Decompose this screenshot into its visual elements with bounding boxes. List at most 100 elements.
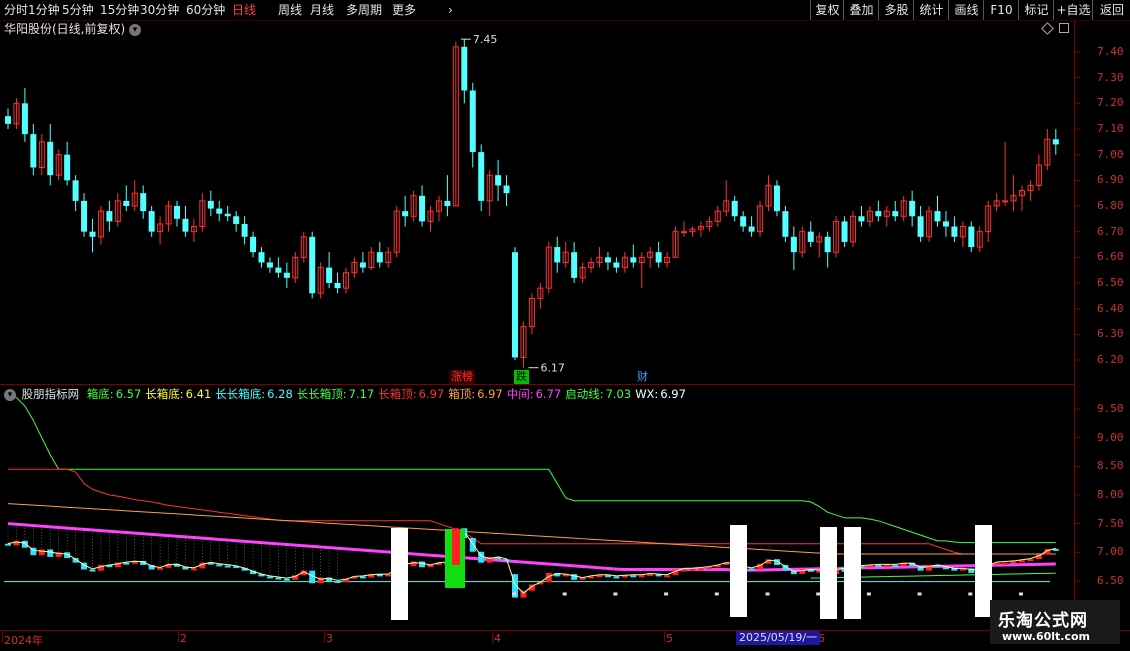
- high-marker: 7.45: [473, 33, 498, 46]
- dot-marker: [512, 592, 516, 596]
- indicator-label: 长箱顶:: [378, 387, 417, 401]
- candle-body: [89, 231, 96, 237]
- candle-body: [241, 223, 248, 237]
- indicator-label: 长长箱底:: [215, 387, 266, 401]
- indicator-value: 中间: 6.77: [507, 387, 561, 401]
- candle-body: [604, 257, 611, 263]
- price-label: 7.30: [1097, 70, 1124, 84]
- indicator-axis-label: 9.50: [1097, 402, 1124, 415]
- dot-marker: [866, 592, 871, 596]
- indicator-number: 6.28: [267, 387, 293, 401]
- indicator-value: 启动线: 7.03: [565, 387, 631, 401]
- dot-marker: [1019, 592, 1023, 596]
- candle-body: [275, 267, 282, 273]
- indicator-value: 长长箱顶: 7.17: [297, 387, 374, 401]
- indicator-candle: [47, 549, 54, 557]
- date-tick: [324, 631, 325, 643]
- price-label: 7.40: [1097, 45, 1124, 58]
- price-label: 6.50: [1097, 276, 1124, 289]
- indicator-candle: [38, 549, 45, 556]
- candle-body: [233, 216, 240, 224]
- dot-marker: [917, 592, 922, 596]
- candle-body: [503, 185, 510, 194]
- candle-body: [681, 231, 687, 234]
- price-label: 6.80: [1097, 199, 1124, 212]
- indicator-value: 长箱顶: 6.97: [378, 387, 444, 401]
- indicator-value: WX: 6.97: [635, 387, 686, 401]
- candle-body: [224, 213, 231, 217]
- candle-body: [258, 252, 265, 263]
- indicator-candle: [1027, 559, 1034, 562]
- indicator-candle: [190, 568, 197, 571]
- indicator-label: 启动线:: [565, 387, 604, 401]
- indicator-series-line: [7, 394, 1056, 544]
- date-label: 4: [494, 632, 501, 645]
- candle-body: [21, 103, 28, 135]
- candle-body: [934, 211, 941, 222]
- candle-body: [81, 200, 88, 232]
- indicator-axis-label: 7.50: [1097, 516, 1124, 530]
- dot-marker: [714, 592, 719, 596]
- watermark-title: 乐淘公式网: [998, 611, 1088, 631]
- dot-marker: [664, 592, 669, 596]
- dot-marker: [968, 592, 973, 596]
- indicator-number: 6.57: [115, 387, 142, 401]
- indicator-label: 长箱底:: [145, 387, 184, 401]
- candle-body: [47, 141, 54, 176]
- candle-body: [5, 116, 11, 124]
- candle-body: [207, 200, 214, 209]
- candle-body: [359, 262, 366, 268]
- candle-body: [909, 200, 916, 217]
- candle-body: [917, 216, 924, 237]
- indicator-candle: [638, 575, 645, 578]
- indicator-candle: [604, 575, 611, 578]
- indicator-candle: [596, 575, 603, 578]
- indicator-series-line: [8, 468, 1056, 555]
- indicator-candle: [266, 576, 273, 579]
- candle-body: [613, 262, 620, 268]
- indicator-candle: [748, 568, 755, 571]
- kline-chart[interactable]: 7.45 6.17: [0, 0, 1130, 650]
- candle-body: [402, 211, 409, 217]
- event-badge[interactable]: 跌: [514, 370, 529, 384]
- indicator-candle: [5, 543, 11, 546]
- indicator-axis-label: 8.00: [1097, 488, 1124, 501]
- chevron-down-icon[interactable]: ▾: [4, 388, 16, 401]
- price-label: 6.90: [1097, 173, 1124, 187]
- indicator-number: 6.41: [185, 387, 212, 401]
- event-badge[interactable]: 财: [635, 370, 650, 384]
- selected-date[interactable]: 2025/05/19/一: [736, 631, 821, 645]
- date-label: 2024年: [4, 634, 43, 647]
- indicator-candle: [681, 569, 687, 572]
- indicator-candle: [419, 561, 426, 568]
- candle-body: [951, 226, 958, 237]
- indicator-candle: [892, 564, 899, 567]
- date-tick: [2, 631, 3, 643]
- date-tick: [178, 631, 179, 643]
- candle-body: [106, 211, 113, 222]
- candle-body: [148, 211, 155, 232]
- indicator-candle: [1019, 560, 1025, 563]
- candle-body: [1002, 200, 1009, 203]
- indicator-candle: [697, 568, 704, 571]
- indicator-candle: [224, 565, 231, 568]
- indicator-number: 7.03: [605, 387, 632, 401]
- indicator-candle: [706, 567, 713, 570]
- candle-body: [1052, 139, 1059, 145]
- indicator-title: ▾ 股朋指标网 箱底: 6.57 长箱底: 6.41 长长箱底: 6.28 长长箱顶: 7.1…: [4, 387, 690, 401]
- candle-body: [182, 218, 189, 232]
- candle-body: [571, 252, 578, 278]
- event-badge[interactable]: 涨榜: [449, 370, 475, 384]
- candle-body: [309, 236, 316, 294]
- candle-body: [376, 252, 383, 263]
- indicator-label: WX:: [635, 387, 659, 401]
- indicator-candle: [89, 569, 96, 572]
- date-label: 2: [180, 632, 187, 645]
- candle-body: [875, 211, 882, 217]
- candle-body: [748, 226, 755, 232]
- candle-body: [655, 252, 662, 263]
- dot-marker: [816, 592, 821, 596]
- price-label: 6.40: [1097, 301, 1124, 315]
- indicator-candle: [613, 576, 620, 579]
- dot-marker: [613, 592, 618, 596]
